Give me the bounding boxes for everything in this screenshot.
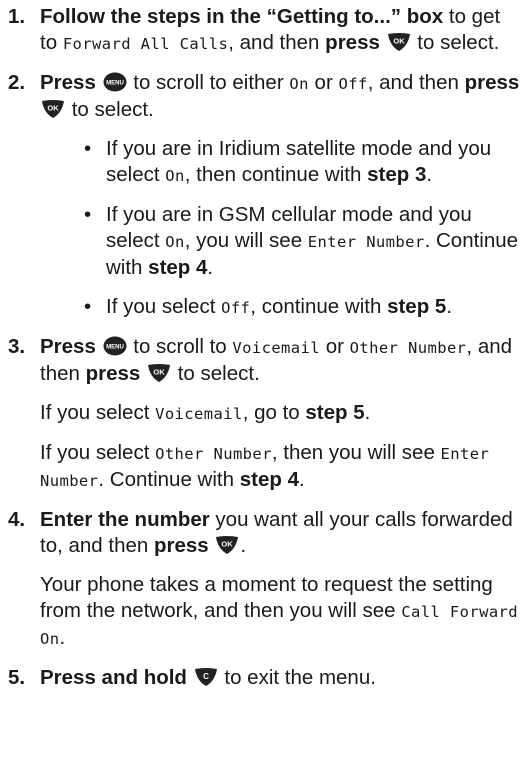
bullet-item: If you are in GSM cellular mode and you … <box>82 202 522 281</box>
step-1: 1. Follow the steps in the “Getting to..… <box>0 4 528 57</box>
bullet-text: . <box>426 163 433 186</box>
bullet-text: , continue with <box>250 295 382 318</box>
step-number: 5. <box>8 666 26 689</box>
lcd-text: On <box>165 233 185 251</box>
step-reference: step 3 <box>367 163 427 186</box>
step-3-note-other: If you select Other Number, then you wil… <box>40 440 522 494</box>
step-text: to exit the menu. <box>224 666 376 689</box>
note-text: . <box>298 468 305 491</box>
menu-key-icon <box>103 336 127 356</box>
step-4-text: Enter the number you want all your calls… <box>40 507 522 559</box>
note-text: If you select <box>40 441 150 464</box>
bullet-text: . <box>207 256 214 279</box>
lcd-text: Forward All Calls <box>62 35 229 53</box>
lcd-text: On <box>289 75 309 93</box>
press-label: press <box>325 31 380 54</box>
step-reference: step 5 <box>387 295 447 318</box>
note-text: , go to <box>242 401 300 424</box>
note-text: . <box>59 626 66 649</box>
press-label: press <box>154 534 209 557</box>
step-text: or <box>314 71 333 94</box>
lcd-text: Off <box>221 299 251 317</box>
bullet-text: If you select <box>106 295 216 318</box>
menu-key-icon <box>103 72 127 92</box>
note-text: . <box>364 401 371 424</box>
c-key-icon <box>194 667 218 687</box>
step-text: . <box>240 534 247 557</box>
step-text: , and then <box>367 71 459 94</box>
step-3: 3. Press to scroll to Voicemail or Other… <box>0 334 528 494</box>
lcd-text: Voicemail <box>155 405 243 423</box>
step-4: 4. Enter the number you want all your ca… <box>0 507 528 652</box>
ok-key-icon <box>41 99 65 119</box>
step-reference: step 4 <box>148 256 208 279</box>
note-text: , then you will see <box>271 441 435 464</box>
step-5-text: Press and hold to exit the menu. <box>40 665 522 691</box>
bullet-item: If you select Off, continue with step 5. <box>82 294 522 321</box>
note-text: . Continue with <box>98 468 235 491</box>
ok-key-icon <box>215 535 239 555</box>
bullet-text: , then continue with <box>184 163 362 186</box>
step-reference: step 5 <box>305 401 365 424</box>
instructions: 1. Follow the steps in the “Getting to..… <box>0 0 528 691</box>
bullet-item: If you are in Iridium satellite mode and… <box>82 136 522 189</box>
step-4-note: Your phone takes a moment to request the… <box>40 572 522 652</box>
step-3-text: Press to scroll to Voicemail or Other Nu… <box>40 334 522 387</box>
bullet-text: , you will see <box>184 229 303 252</box>
lcd-text: Voicemail <box>232 339 320 357</box>
step-reference: step 4 <box>239 468 299 491</box>
press-label: Press <box>40 71 96 94</box>
note-text: If you select <box>40 401 150 424</box>
step-2-text: Press to scroll to either On or Off, and… <box>40 70 522 123</box>
step-lead: Press and hold <box>40 666 187 689</box>
step-5: 5. Press and hold to exit the menu. <box>0 665 528 691</box>
step-text: to select. <box>417 31 500 54</box>
step-text: or <box>325 335 344 358</box>
step-2: 2. Press to scroll to either On or Off, … <box>0 70 528 321</box>
lcd-text: Other Number <box>349 339 467 357</box>
step-number: 4. <box>8 508 26 531</box>
step-number: 3. <box>8 335 26 358</box>
step-lead: Follow the steps in the “Getting to...” … <box>40 5 444 28</box>
step-number: 1. <box>8 5 26 28</box>
lcd-text: Off <box>338 75 368 93</box>
ok-key-icon <box>387 32 411 52</box>
step-text: to scroll to either <box>133 71 284 94</box>
lcd-text: On <box>165 167 185 185</box>
press-label: press <box>85 362 141 385</box>
ok-key-icon <box>147 363 171 383</box>
lcd-text: Enter Number <box>307 233 425 251</box>
step-text: , and then <box>228 31 320 54</box>
step-number: 2. <box>8 71 26 94</box>
step-1-text: Follow the steps in the “Getting to...” … <box>40 4 522 57</box>
press-label: press <box>464 71 520 94</box>
step-2-bullets: If you are in Iridium satellite mode and… <box>40 136 522 321</box>
lcd-text: Other Number <box>155 445 272 463</box>
step-text: to scroll to <box>133 335 227 358</box>
bullet-text: . <box>446 295 453 318</box>
press-label: Press <box>40 335 96 358</box>
step-text: to select. <box>71 98 154 121</box>
step-lead: Enter the number <box>40 508 210 531</box>
step-3-note-voicemail: If you select Voicemail, go to step 5. <box>40 400 522 427</box>
step-text: to select. <box>177 362 260 385</box>
